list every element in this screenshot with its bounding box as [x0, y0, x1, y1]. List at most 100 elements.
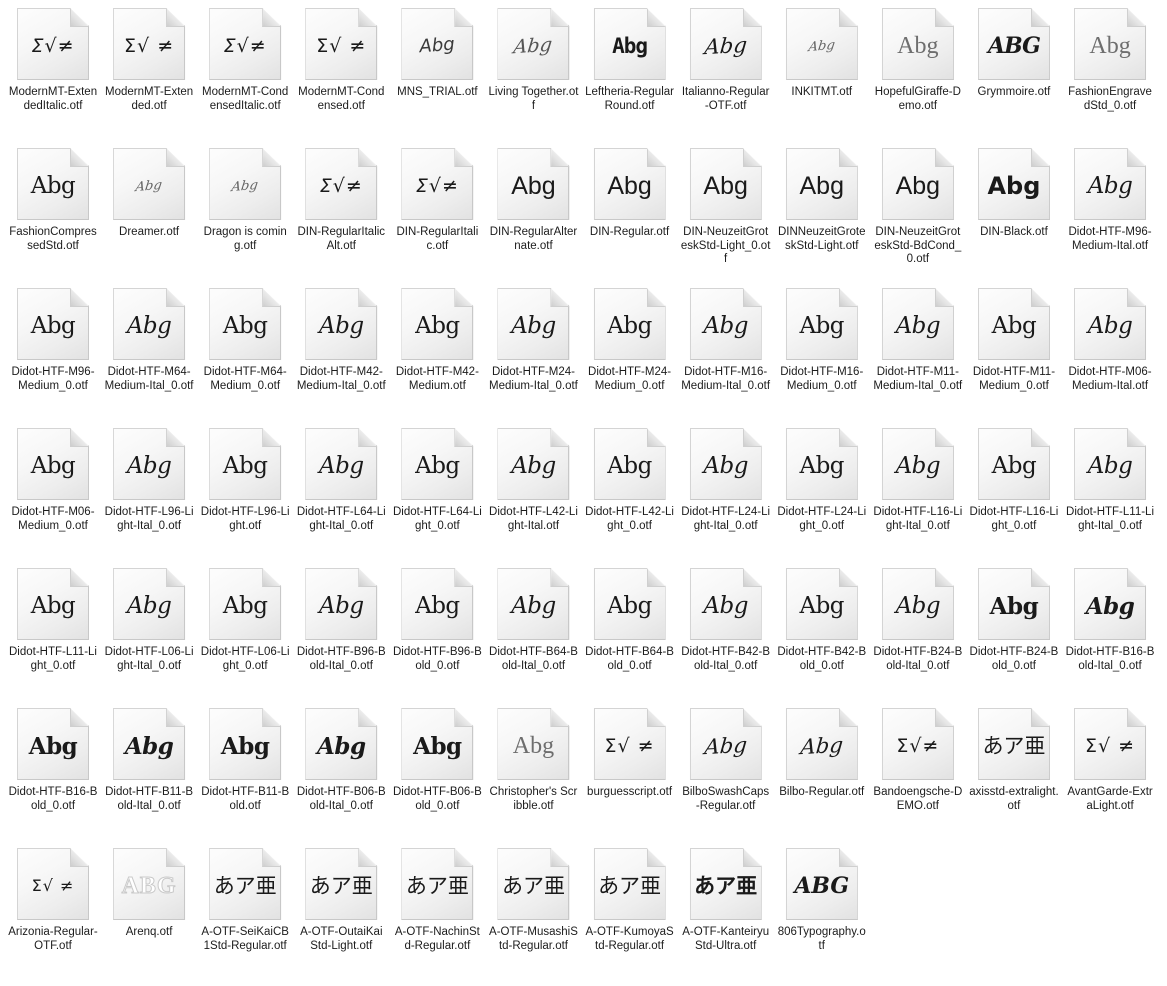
- file-item[interactable]: Abg Didot-HTF-L11-Light_0.otf: [5, 564, 101, 704]
- file-item[interactable]: Abg Didot-HTF-B42-Bold-Ital_0.otf: [678, 564, 774, 704]
- file-item[interactable]: Abg Didot-HTF-B42-Bold_0.otf: [774, 564, 870, 704]
- document-page-icon[interactable]: Abg: [785, 428, 858, 500]
- document-page-icon[interactable]: Abg: [593, 288, 666, 360]
- document-page-icon[interactable]: Abg: [497, 148, 570, 220]
- document-page-icon[interactable]: Abg: [17, 708, 89, 780]
- document-page-icon[interactable]: あア亜: [593, 848, 666, 920]
- file-item[interactable]: ABG Arenq.otf: [101, 844, 197, 984]
- document-page-icon[interactable]: Abg: [17, 288, 89, 360]
- document-page-icon[interactable]: Abg: [881, 288, 954, 360]
- document-page-icon[interactable]: Abg: [881, 428, 954, 500]
- file-item[interactable]: Abg Didot-HTF-M42-Medium-Ital_0.otf: [293, 284, 389, 424]
- document-page-icon[interactable]: Abg: [689, 568, 762, 640]
- document-page-icon[interactable]: ABG: [977, 8, 1050, 80]
- file-item[interactable]: ABG 806Typography.otf: [774, 844, 870, 984]
- file-item[interactable]: Abg Didot-HTF-B11-Bold.otf: [197, 704, 293, 844]
- document-page-icon[interactable]: Abg: [881, 148, 954, 220]
- file-item[interactable]: あア亜 A-OTF-NachinStd-Regular.otf: [389, 844, 485, 984]
- document-page-icon[interactable]: Abg: [785, 288, 858, 360]
- document-page-icon[interactable]: Abg: [881, 568, 954, 640]
- file-item[interactable]: Σ√≠ DIN-RegularItalic.otf: [389, 144, 485, 284]
- file-item[interactable]: Abg Didot-HTF-M11-Medium_0.otf: [966, 284, 1062, 424]
- document-page-icon[interactable]: Σ√ ≠: [305, 8, 378, 80]
- document-page-icon[interactable]: Σ√ ≠: [593, 708, 666, 780]
- document-page-icon[interactable]: Σ√≠: [209, 8, 282, 80]
- document-page-icon[interactable]: Abg: [593, 428, 666, 500]
- file-item[interactable]: Abg Didot-HTF-M42-Medium.otf: [389, 284, 485, 424]
- file-item[interactable]: あア亜 A-OTF-SeiKaiCB1Std-Regular.otf: [197, 844, 293, 984]
- file-item[interactable]: Abg Didot-HTF-B16-Bold-Ital_0.otf: [1062, 564, 1158, 704]
- document-page-icon[interactable]: Σ√ ≠: [1074, 708, 1147, 780]
- document-page-icon[interactable]: Abg: [401, 708, 474, 780]
- file-item[interactable]: Σ√≠ DIN-RegularItalicAlt.otf: [293, 144, 389, 284]
- document-page-icon[interactable]: Abg: [785, 708, 858, 780]
- file-item[interactable]: Abg Didot-HTF-M96-Medium_0.otf: [5, 284, 101, 424]
- document-page-icon[interactable]: Abg: [1074, 568, 1147, 640]
- document-page-icon[interactable]: あア亜: [209, 848, 282, 920]
- document-page-icon[interactable]: Abg: [209, 428, 282, 500]
- document-page-icon[interactable]: Abg: [1074, 8, 1147, 80]
- document-page-icon[interactable]: Abg: [113, 288, 186, 360]
- document-page-icon[interactable]: Abg: [497, 708, 570, 780]
- file-item[interactable]: Σ√≠ Bandoengsche-DEMO.otf: [870, 704, 966, 844]
- file-item[interactable]: Σ√ ≠ burguesscript.otf: [582, 704, 678, 844]
- file-item[interactable]: Abg Didot-HTF-B96-Bold_0.otf: [389, 564, 485, 704]
- file-item[interactable]: Abg INKITMT.otf: [774, 4, 870, 144]
- file-item[interactable]: Abg Didot-HTF-B16-Bold_0.otf: [5, 704, 101, 844]
- document-page-icon[interactable]: あア亜: [497, 848, 570, 920]
- document-page-icon[interactable]: Abg: [209, 708, 282, 780]
- document-page-icon[interactable]: あア亜: [977, 708, 1050, 780]
- file-item[interactable]: Abg Didot-HTF-B64-Bold-Ital_0.otf: [485, 564, 581, 704]
- file-item[interactable]: Abg DIN-Black.otf: [966, 144, 1062, 284]
- file-item[interactable]: Abg HopefulGiraffe-Demo.otf: [870, 4, 966, 144]
- document-page-icon[interactable]: Abg: [497, 428, 570, 500]
- document-page-icon[interactable]: Abg: [17, 428, 89, 500]
- document-page-icon[interactable]: Abg: [497, 288, 570, 360]
- document-page-icon[interactable]: Abg: [305, 288, 378, 360]
- file-item[interactable]: Σ√ ≠ ModernMT-Condensed.otf: [293, 4, 389, 144]
- document-page-icon[interactable]: Abg: [689, 8, 762, 80]
- document-page-icon[interactable]: Abg: [593, 568, 666, 640]
- file-item[interactable]: Abg Didot-HTF-M06-Medium_0.otf: [5, 424, 101, 564]
- document-page-icon[interactable]: Abg: [689, 428, 762, 500]
- document-page-icon[interactable]: Abg: [977, 428, 1050, 500]
- file-item[interactable]: Abg Didot-HTF-M11-Medium-Ital_0.otf: [870, 284, 966, 424]
- file-item[interactable]: Abg BilboSwashCaps-Regular.otf: [678, 704, 774, 844]
- document-page-icon[interactable]: Abg: [689, 288, 762, 360]
- file-item[interactable]: Abg Didot-HTF-L64-Light-Ital_0.otf: [293, 424, 389, 564]
- file-item[interactable]: あア亜 A-OTF-MusashiStd-Regular.otf: [485, 844, 581, 984]
- file-item[interactable]: Abg Didot-HTF-L24-Light_0.otf: [774, 424, 870, 564]
- document-page-icon[interactable]: Abg: [209, 568, 282, 640]
- document-page-icon[interactable]: Abg: [401, 428, 474, 500]
- document-page-icon[interactable]: Abg: [305, 568, 378, 640]
- document-page-icon[interactable]: Σ√≠: [401, 148, 474, 220]
- file-item[interactable]: Abg Didot-HTF-L11-Light-Ital_0.otf: [1062, 424, 1158, 564]
- file-item[interactable]: Abg Didot-HTF-M06-Medium-Ital.otf: [1062, 284, 1158, 424]
- file-item[interactable]: Abg Didot-HTF-B24-Bold_0.otf: [966, 564, 1062, 704]
- file-item[interactable]: Abg Dreamer.otf: [101, 144, 197, 284]
- file-item[interactable]: Σ√≠ ModernMT-CondensedItalic.otf: [197, 4, 293, 144]
- file-item[interactable]: Abg Leftheria-RegularRound.otf: [582, 4, 678, 144]
- file-item[interactable]: Abg Didot-HTF-M24-Medium-Ital_0.otf: [485, 284, 581, 424]
- file-item[interactable]: Abg Didot-HTF-B24-Bold-Ital_0.otf: [870, 564, 966, 704]
- document-page-icon[interactable]: Abg: [17, 568, 89, 640]
- file-item[interactable]: Abg Didot-HTF-B96-Bold-Ital_0.otf: [293, 564, 389, 704]
- file-item[interactable]: Abg Didot-HTF-L16-Light-Ital_0.otf: [870, 424, 966, 564]
- file-item[interactable]: Abg Didot-HTF-M24-Medium_0.otf: [582, 284, 678, 424]
- file-item[interactable]: Abg Didot-HTF-B11-Bold-Ital_0.otf: [101, 704, 197, 844]
- file-item[interactable]: Σ√ ≠ Arizonia-Regular-OTF.otf: [5, 844, 101, 984]
- file-item[interactable]: Abg FashionEngravedStd_0.otf: [1062, 4, 1158, 144]
- file-item[interactable]: Abg MNS_TRIAL.otf: [389, 4, 485, 144]
- document-page-icon[interactable]: Abg: [209, 148, 282, 220]
- document-page-icon[interactable]: Abg: [1074, 288, 1147, 360]
- document-page-icon[interactable]: Σ√≠: [881, 708, 954, 780]
- document-page-icon[interactable]: ABG: [785, 848, 858, 920]
- file-item[interactable]: Abg Didot-HTF-M96-Medium-Ital.otf: [1062, 144, 1158, 284]
- document-page-icon[interactable]: Abg: [497, 568, 570, 640]
- document-page-icon[interactable]: Abg: [17, 148, 89, 220]
- file-item[interactable]: Abg Didot-HTF-B64-Bold_0.otf: [582, 564, 678, 704]
- file-item[interactable]: Abg Didot-HTF-B06-Bold_0.otf: [389, 704, 485, 844]
- file-item[interactable]: Abg Didot-HTF-L96-Light.otf: [197, 424, 293, 564]
- document-page-icon[interactable]: Σ√≠: [17, 8, 89, 80]
- document-page-icon[interactable]: Abg: [401, 8, 474, 80]
